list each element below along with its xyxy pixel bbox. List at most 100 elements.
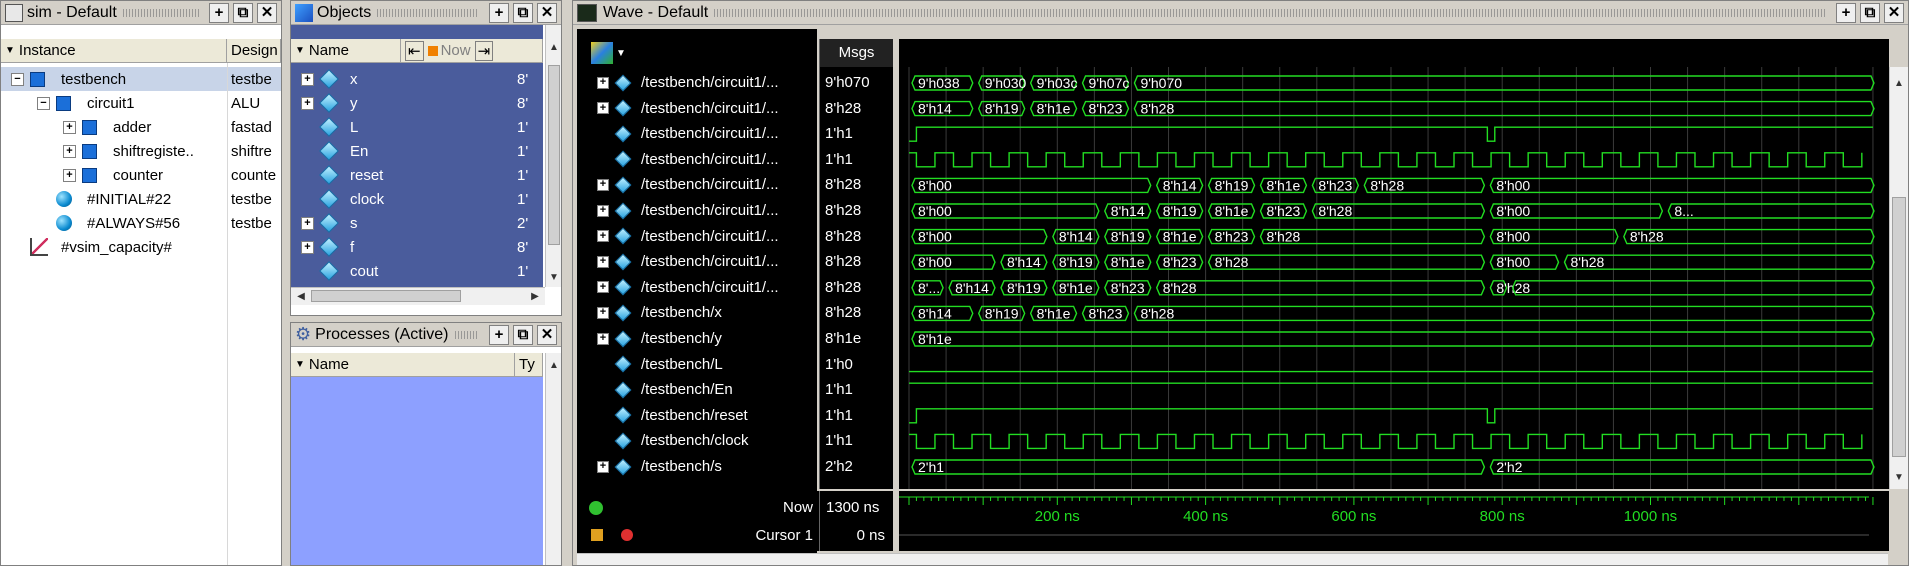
expand-icon[interactable]: + — [63, 144, 76, 158]
expand-icon[interactable]: + — [301, 96, 314, 110]
tree-row[interactable]: + shiftregiste... shiftre — [1, 139, 281, 163]
wave-signal-row[interactable]: + /testbench/circuit1/... — [597, 277, 779, 298]
processes-list[interactable] — [291, 377, 543, 565]
undock-icon[interactable]: ⧉ — [513, 2, 533, 23]
lock-icon[interactable] — [591, 529, 603, 541]
wave-signal-row[interactable]: + /testbench/x — [597, 302, 722, 323]
type-column-header[interactable]: Ty — [515, 353, 543, 376]
timeline-ruler[interactable]: 200 ns 400 ns 600 ns 800 ns 1000 ns — [899, 491, 1889, 551]
wave-signal-row[interactable]: + /testbench/circuit1/... — [597, 72, 779, 93]
wave-signal-row[interactable]: /testbench/En — [597, 379, 733, 400]
wave-signal-row[interactable]: + /testbench/circuit1/... — [597, 200, 779, 221]
object-row[interactable]: L 1' — [291, 115, 545, 139]
wave-signal-row[interactable]: + /testbench/circuit1/... — [597, 174, 779, 195]
tree-row[interactable]: + adder fastad — [1, 115, 281, 139]
object-row[interactable]: + x 8' — [291, 67, 545, 91]
next-edge-icon[interactable]: ⇥ — [474, 40, 494, 61]
drag-grip[interactable] — [122, 8, 199, 17]
undock-icon[interactable]: ⧉ — [233, 2, 253, 23]
expand-icon[interactable]: + — [301, 216, 314, 230]
tree-row[interactable]: #ALWAYS#56 testbe — [1, 211, 281, 235]
wave-signal-row[interactable]: /testbench/circuit1/... — [597, 123, 779, 144]
tree-row[interactable]: + counter counte — [1, 163, 281, 187]
expand-icon[interactable]: + — [301, 72, 314, 86]
prev-edge-icon[interactable]: ⇤ — [405, 40, 424, 61]
object-row[interactable]: clock 1' — [291, 187, 545, 211]
now-column-header[interactable]: ⇤ Now ⇥ — [401, 39, 543, 62]
object-row[interactable]: En 1' — [291, 139, 545, 163]
expand-icon[interactable]: + — [597, 281, 609, 294]
collapse-icon[interactable]: − — [37, 96, 50, 110]
close-icon[interactable]: ✕ — [537, 324, 557, 345]
display-icon[interactable] — [591, 42, 613, 64]
object-row[interactable]: cout 1' — [291, 259, 545, 283]
processes-vscroll[interactable]: ▲ — [545, 353, 561, 565]
name-column-header[interactable]: ▼ Name — [291, 39, 401, 62]
scroll-down-icon[interactable]: ▼ — [546, 269, 561, 285]
scroll-right-icon[interactable]: ▶ — [527, 288, 543, 304]
wave-titlebar[interactable]: Wave - Default + ⧉ ✕ — [573, 1, 1908, 25]
expand-icon[interactable]: + — [597, 204, 609, 217]
undock-icon[interactable]: ⧉ — [513, 324, 533, 345]
object-row[interactable]: + y 8' — [291, 91, 545, 115]
tree-row[interactable]: #vsim_capacity# — [1, 235, 281, 259]
wave-signal-row[interactable]: /testbench/L — [597, 354, 723, 375]
expand-icon[interactable]: + — [597, 460, 609, 473]
close-icon[interactable]: ✕ — [1884, 2, 1904, 23]
objects-vscroll[interactable]: ▲ ▼ — [545, 25, 561, 287]
expand-icon[interactable]: + — [597, 332, 609, 345]
wave-signal-row[interactable]: + /testbench/circuit1/... — [597, 251, 779, 272]
drag-grip[interactable] — [377, 8, 479, 17]
wave-signal-row[interactable]: /testbench/clock — [597, 430, 749, 451]
expand-icon[interactable]: + — [597, 255, 609, 268]
processes-titlebar[interactable]: ⚙ Processes (Active) + ⧉ ✕ — [291, 323, 561, 347]
expand-icon[interactable]: + — [597, 102, 609, 115]
scroll-thumb[interactable] — [1892, 197, 1906, 457]
wave-signal-row[interactable]: + /testbench/s — [597, 456, 722, 477]
wave-canvas[interactable]: 9'h038 9'h030 9'h03c 9'h07c 9'h070 8'h14 8'h19… — [899, 39, 1889, 489]
object-row[interactable]: + f 8' — [291, 235, 545, 259]
objects-hscroll[interactable]: ◀ ▶ — [291, 287, 545, 305]
objects-titlebar[interactable]: Objects + ⧉ ✕ — [291, 1, 561, 25]
undock-icon[interactable]: ⧉ — [1860, 2, 1880, 23]
cursor-delete-icon[interactable] — [621, 529, 633, 541]
scroll-thumb[interactable] — [548, 65, 560, 245]
instance-column-header[interactable]: ▼ Instance — [1, 39, 227, 62]
close-icon[interactable]: ✕ — [537, 2, 557, 23]
cursor-add-icon[interactable] — [589, 501, 603, 515]
add-icon[interactable]: + — [1836, 2, 1856, 23]
expand-icon[interactable]: + — [597, 306, 609, 319]
collapse-icon[interactable]: − — [11, 72, 24, 86]
expand-icon[interactable]: + — [63, 120, 76, 134]
add-icon[interactable]: + — [209, 2, 229, 23]
wave-hscroll[interactable] — [577, 553, 1888, 565]
name-column-header[interactable]: ▼ Name — [291, 353, 515, 376]
wave-signal-row[interactable]: + /testbench/circuit1/... — [597, 226, 779, 247]
chevron-down-icon[interactable]: ▼ — [616, 48, 626, 59]
scroll-down-icon[interactable]: ▼ — [1891, 469, 1907, 485]
scroll-up-icon[interactable]: ▲ — [1891, 75, 1907, 91]
add-icon[interactable]: + — [489, 2, 509, 23]
expand-icon[interactable]: + — [597, 178, 609, 191]
drag-grip[interactable] — [714, 8, 1826, 17]
wave-signal-row[interactable]: + /testbench/circuit1/... — [597, 98, 779, 119]
tree-row[interactable]: − circuit1 ALU — [1, 91, 281, 115]
scroll-left-icon[interactable]: ◀ — [293, 288, 309, 304]
scroll-thumb[interactable] — [311, 290, 461, 302]
object-row[interactable]: + s 2' — [291, 211, 545, 235]
object-row[interactable]: reset 1' — [291, 163, 545, 187]
expand-icon[interactable]: + — [63, 168, 76, 182]
wave-vscroll[interactable]: ▲ ▼ — [1889, 67, 1908, 489]
expand-icon[interactable]: + — [301, 240, 314, 254]
close-icon[interactable]: ✕ — [257, 2, 277, 23]
tree-row[interactable]: − testbench testbe — [1, 67, 281, 91]
scroll-up-icon[interactable]: ▲ — [546, 39, 561, 55]
tree-row[interactable]: #INITIAL#22 testbe — [1, 187, 281, 211]
drag-grip[interactable] — [454, 330, 479, 339]
wave-signal-row[interactable]: + /testbench/y — [597, 328, 722, 349]
expand-icon[interactable]: + — [597, 76, 609, 89]
add-icon[interactable]: + — [489, 324, 509, 345]
scroll-up-icon[interactable]: ▲ — [546, 357, 561, 373]
expand-icon[interactable]: + — [597, 230, 609, 243]
design-column-header[interactable]: Design — [227, 39, 281, 62]
